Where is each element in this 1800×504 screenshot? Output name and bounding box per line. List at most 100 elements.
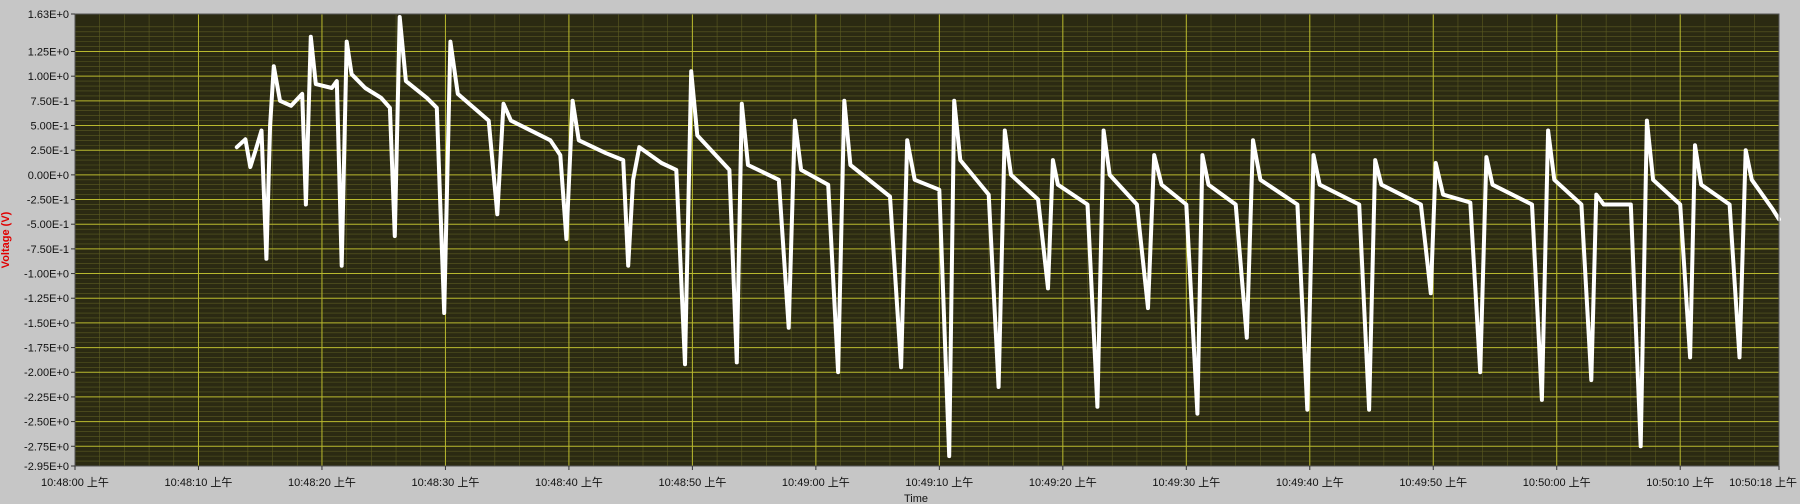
voltage-point: [363, 86, 367, 90]
voltage-point: [1441, 193, 1445, 196]
voltage-point: [1306, 408, 1309, 411]
x-tick-label: 10:50:10 上午: [1646, 476, 1714, 489]
voltage-point: [260, 129, 263, 132]
voltage-point: [1602, 203, 1605, 206]
x-tick-label: 10:49:40 上午: [1276, 476, 1344, 489]
y-tick-label: -2.95E+0: [24, 461, 69, 473]
voltage-point: [777, 178, 781, 181]
voltage-point: [571, 99, 574, 103]
voltage-point: [254, 149, 257, 153]
y-tick-label: 1.63E+0: [28, 9, 69, 21]
voltage-point: [1485, 155, 1488, 159]
x-tick-label: 10:48:30 上午: [411, 476, 479, 489]
voltage-point: [683, 363, 687, 366]
voltage-point: [1434, 161, 1437, 165]
voltage-point: [1357, 203, 1361, 206]
voltage-point: [906, 139, 909, 142]
voltage-point: [272, 65, 275, 68]
voltage-point: [1086, 203, 1089, 206]
voltage-point: [265, 257, 268, 260]
voltage-point: [1546, 129, 1550, 132]
x-tick-label: 10:50:00 上午: [1523, 476, 1591, 489]
voltage-point: [1096, 405, 1099, 408]
voltage-point: [1367, 408, 1371, 411]
voltage-point: [1688, 356, 1692, 359]
voltage-point: [959, 158, 962, 162]
voltage-point: [1590, 378, 1593, 382]
voltage-point: [1296, 203, 1299, 206]
y-tick-label: -5.00E-1: [27, 219, 69, 231]
voltage-point: [487, 119, 490, 122]
voltage-point: [449, 40, 452, 43]
voltage-point: [1478, 371, 1482, 374]
voltage-point: [1540, 398, 1544, 402]
voltage-point: [1135, 203, 1139, 206]
voltage-point: [443, 311, 446, 315]
voltage-point: [1629, 203, 1633, 206]
x-tick-label: 10:48:00 上午: [41, 476, 109, 489]
voltage-point: [335, 79, 338, 83]
voltage-point: [1146, 306, 1150, 310]
voltage-point: [301, 92, 304, 96]
voltage-point: [1003, 129, 1006, 132]
y-tick-label: -1.50E+0: [24, 318, 69, 330]
voltage-point: [913, 178, 916, 181]
voltage-point: [1728, 203, 1731, 206]
voltage-point: [330, 86, 334, 90]
voltage-point: [1374, 158, 1377, 162]
voltage-point: [1744, 148, 1747, 152]
voltage-point: [1259, 178, 1262, 181]
voltage-point: [849, 163, 852, 167]
voltage-point: [1036, 198, 1040, 201]
x-tick-label: 10:48:20 上午: [288, 476, 356, 489]
voltage-point: [1645, 119, 1649, 122]
voltage-point: [938, 188, 941, 191]
voltage-point: [549, 139, 552, 142]
y-tick-label: -2.75E+0: [24, 441, 69, 453]
x-tick-label: 10:48:40 上午: [535, 476, 603, 489]
y-tick-label: 1.25E+0: [28, 47, 69, 59]
voltage-point: [626, 264, 630, 267]
voltage-point: [1639, 445, 1642, 448]
voltage-point: [1009, 173, 1013, 177]
voltage-point: [1312, 153, 1315, 157]
x-tick-label: 10:50:18 上午: [1729, 476, 1797, 489]
voltage-point: [496, 213, 499, 216]
voltage-point: [793, 119, 797, 122]
voltage-point: [244, 138, 247, 141]
x-axis-ticks: 10:48:00 上午 10:48:10 上午 10:48:20 上午 10:48:3…: [41, 466, 1797, 489]
voltage-point: [278, 99, 282, 103]
voltage-point: [577, 139, 580, 142]
voltage-point: [1185, 203, 1188, 206]
x-axis-title: Time: [904, 493, 928, 504]
voltage-point: [799, 168, 803, 172]
voltage-point: [1207, 183, 1210, 186]
voltage-point: [622, 158, 625, 162]
voltage-point: [1245, 336, 1249, 339]
y-tick-label: -1.75E+0: [24, 343, 69, 355]
y-tick-label: -2.50E+0: [24, 417, 69, 429]
voltage-point: [899, 366, 903, 369]
y-tick-label: -2.50E-1: [27, 195, 69, 207]
voltage-point: [380, 96, 383, 100]
voltage-point: [1056, 183, 1060, 186]
voltage-point: [735, 361, 739, 364]
x-tick-label: 10:49:30 上午: [1152, 476, 1220, 489]
voltage-point: [388, 106, 392, 109]
voltage-point: [1771, 208, 1775, 211]
voltage-point: [1429, 292, 1432, 295]
voltage-point: [660, 161, 663, 165]
voltage-point: [787, 326, 790, 330]
voltage-point: [502, 102, 505, 106]
y-tick-label: 1.00E+0: [28, 71, 69, 83]
voltage-point: [843, 99, 846, 103]
voltage-chart: 1.63E+0 1.25E+0 1.00E+0 7.50E-1 5.00E-1 2.50E…: [0, 0, 1800, 504]
y-tick-label: -2.00E+0: [24, 367, 69, 379]
voltage-point: [1553, 178, 1556, 181]
voltage-point: [987, 193, 990, 196]
voltage-point: [1108, 173, 1111, 177]
voltage-point: [304, 203, 308, 206]
voltage-point: [728, 168, 731, 172]
voltage-point: [746, 163, 750, 167]
voltage-point: [1595, 193, 1598, 196]
